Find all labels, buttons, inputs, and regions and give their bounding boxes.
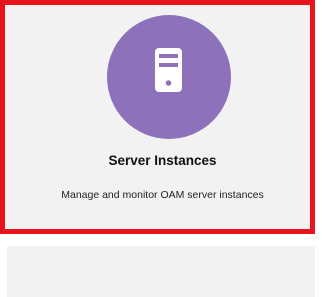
tile-description: Manage and monitor OAM server instances [61, 189, 264, 201]
lower-area [0, 234, 322, 297]
server-instances-tile[interactable]: Server Instances Manage and monitor OAM … [0, 0, 315, 234]
tile-title: Server Instances [108, 153, 217, 168]
page: Server Instances Manage and monitor OAM … [0, 0, 322, 297]
server-icon [107, 15, 231, 139]
next-tile[interactable] [7, 246, 315, 297]
